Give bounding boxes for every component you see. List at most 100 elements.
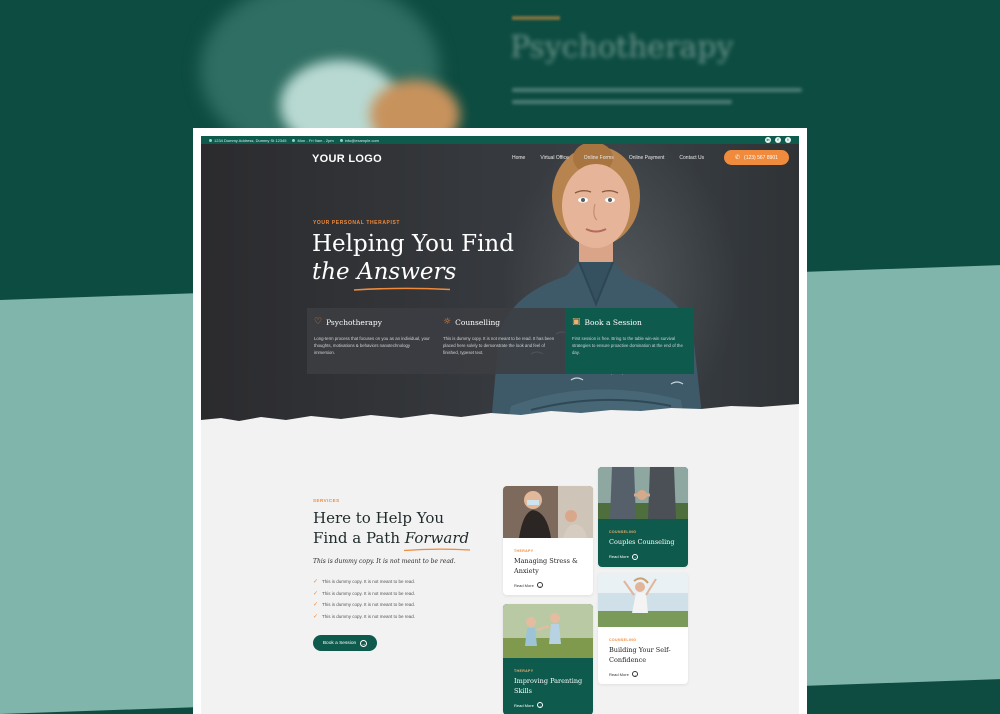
list-item: ✓ This is dummy copy. It is not meant to … <box>313 576 415 588</box>
service-card-counselling[interactable]: ☼ Counselling This is dummy copy. It is … <box>436 308 565 374</box>
list-item: ✓ This is dummy copy. It is not meant to … <box>313 588 415 600</box>
service-card-text: This is dummy copy. It is not meant to b… <box>443 336 555 355</box>
services-title: Here to Help You Find a Path Forward <box>313 508 513 552</box>
service-card-stress[interactable]: THERAPY Managing Stress & Anxiety Read M… <box>503 486 593 595</box>
read-more-link[interactable]: Read More → <box>609 671 678 677</box>
nav-item-online-payment[interactable]: Online Payment <box>629 155 665 161</box>
phone-button[interactable]: ✆ (123) 567 8901 <box>724 150 789 165</box>
bg-ghost-kicker <box>512 16 560 20</box>
card-body: COUNSELING Couples Counseling Read More → <box>598 524 688 567</box>
read-more-link[interactable]: Read More → <box>514 582 583 588</box>
arrow-right-icon: → <box>360 639 368 647</box>
card-tag: THERAPY <box>514 549 534 553</box>
services-title-underline <box>403 548 470 552</box>
check-icon: ✓ <box>313 579 319 586</box>
services-section: SERVICES Here to Help You Find a Path Fo… <box>201 422 799 714</box>
card-title: Couples Counseling <box>609 538 675 546</box>
service-card-title: Counselling <box>455 318 501 327</box>
hours-text: Mon - Fri 9am - 2pm <box>297 137 334 143</box>
hero-title-line2-plain: the <box>312 259 357 285</box>
card-title: Improving Parenting Skills <box>514 677 583 695</box>
card-tag: COUNSELING <box>609 530 637 534</box>
service-card-parenting[interactable]: THERAPY Improving Parenting Skills Read … <box>503 604 593 714</box>
book-session-button[interactable]: Book a Session → <box>313 635 377 651</box>
services-checklist: ✓ This is dummy copy. It is not meant to … <box>313 576 415 622</box>
nav-item-home[interactable]: Home <box>512 155 525 161</box>
service-card-header: ☼ Counselling <box>443 317 559 328</box>
address-text: 1234 Dummy Address, Dummy St 12345 <box>214 137 287 143</box>
services-title-line2-plain: Find a Path <box>313 529 405 547</box>
list-item-text: This is dummy copy. It is not meant to b… <box>322 579 415 585</box>
card-body: THERAPY Improving Parenting Skills Read … <box>503 663 593 714</box>
address-item: 1234 Dummy Address, Dummy St 12345 <box>209 138 286 143</box>
linkedin-icon[interactable]: in <box>765 137 771 143</box>
read-more-link[interactable]: Read More → <box>514 702 583 708</box>
list-item: ✓ This is dummy copy. It is not meant to … <box>313 599 415 611</box>
service-card-title: Book a Session <box>584 318 642 327</box>
arrow-right-icon: → <box>536 702 543 708</box>
hero-title-underline <box>353 287 451 291</box>
card-tag: THERAPY <box>514 669 534 673</box>
hero-title-line2: the Answers <box>312 258 456 286</box>
facebook-icon[interactable]: f <box>775 137 781 143</box>
book-session-label: Book a Session <box>322 640 357 646</box>
nav-item-contact-us[interactable]: Contact Us <box>679 155 704 161</box>
top-info-bar: 1234 Dummy Address, Dummy St 12345 Mon -… <box>201 136 799 144</box>
twitter-icon[interactable]: t <box>785 137 791 143</box>
services-subtitle: This is dummy copy. It is not meant to b… <box>313 558 456 565</box>
website-page: 1234 Dummy Address, Dummy St 12345 Mon -… <box>201 136 799 714</box>
phone-icon: ✆ <box>735 155 741 161</box>
hero-title-line1: Helping You Find <box>312 231 514 257</box>
service-card-confidence[interactable]: COUNSELING Building Your Self-Confidence… <box>598 573 688 684</box>
service-card-book-session[interactable]: ▣ Book a Session First session is free. … <box>565 308 694 374</box>
card-image-parenting <box>503 604 593 658</box>
email-item[interactable]: info@example.com <box>339 138 379 143</box>
phone-number: (123) 567 8901 <box>744 154 778 161</box>
nav-item-virtual-office[interactable]: Virtual Office <box>540 155 568 161</box>
bg-ghost-text-line <box>512 88 802 92</box>
email-link[interactable]: info@example.com <box>345 138 379 143</box>
list-item-text: This is dummy copy. It is not meant to b… <box>322 613 415 619</box>
nav-item-online-forms[interactable]: Online Forms <box>584 155 614 161</box>
bg-ghost-title: Psychotherapy <box>510 30 734 65</box>
list-item-text: This is dummy copy. It is not meant to b… <box>322 590 415 596</box>
read-more-label: Read More <box>514 702 534 708</box>
hero-section: YOUR LOGO Home Virtual Office Online For… <box>201 144 799 422</box>
bg-ghost-text-line <box>512 100 732 104</box>
card-image-stress <box>503 486 593 538</box>
arrow-right-icon: → <box>631 553 638 560</box>
services-title-line2: Find a Path Forward <box>313 528 513 552</box>
service-card-header: ♡ Psychotherapy <box>314 318 430 328</box>
service-card-couples[interactable]: COUNSELING Couples Counseling Read More → <box>598 467 688 567</box>
services-kicker: SERVICES <box>313 498 340 503</box>
read-more-link[interactable]: Read More → <box>609 553 678 560</box>
clock-icon <box>292 138 296 142</box>
arrow-right-icon: → <box>536 582 543 588</box>
card-body: COUNSELING Building Your Self-Confidence… <box>598 632 688 684</box>
card-body: THERAPY Managing Stress & Anxiety Read M… <box>503 543 593 595</box>
services-title-accent: Forward <box>403 528 470 552</box>
service-card-psychotherapy[interactable]: ♡ Psychotherapy Long-term process that f… <box>307 308 436 374</box>
list-item-text: This is dummy copy. It is not meant to b… <box>322 602 415 608</box>
list-item: ✓ This is dummy copy. It is not meant to … <box>313 611 415 623</box>
main-navigation: YOUR LOGO Home Virtual Office Online For… <box>201 144 799 172</box>
service-card-text: Long-term process that focuses on you as… <box>314 336 430 355</box>
card-image-confidence <box>598 573 688 627</box>
service-card-text: First session is free. Bring to the tabl… <box>572 336 683 355</box>
check-icon: ✓ <box>313 590 319 597</box>
service-card-header: ▣ Book a Session <box>572 317 688 328</box>
services-title-line1: Here to Help You <box>313 509 445 527</box>
calendar-icon: ▣ <box>572 317 581 327</box>
location-pin-icon <box>209 138 212 142</box>
site-logo[interactable]: YOUR LOGO <box>312 153 382 165</box>
check-icon: ✓ <box>313 602 319 609</box>
sun-icon: ☼ <box>443 317 452 327</box>
read-more-label: Read More <box>609 554 629 559</box>
arrow-right-icon: → <box>631 671 638 677</box>
services-title-accent-text: Forward <box>404 529 470 547</box>
hero-title-accent: Answers <box>356 259 457 285</box>
read-more-label: Read More <box>514 582 534 588</box>
card-title: Building Your Self-Confidence <box>609 646 671 664</box>
service-card-title: Psychotherapy <box>326 318 382 327</box>
hero-title: Helping You Find the Answers <box>312 230 592 291</box>
